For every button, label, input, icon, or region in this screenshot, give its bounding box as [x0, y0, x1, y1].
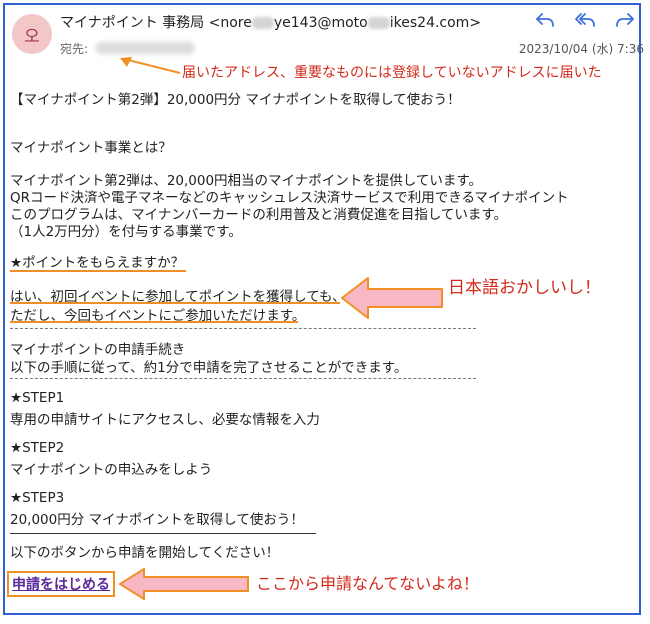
japanese-arrow-icon	[341, 277, 443, 319]
sender-email-part-c: ikes24.com>	[389, 15, 482, 31]
recipient-redacted	[96, 42, 194, 54]
step2-title: ★STEP2	[10, 440, 65, 456]
sender-line: マイナポイント 事務局 <nore ye143@moto ikes24.com>	[60, 12, 481, 32]
sender-email-part-a: <nore	[208, 15, 252, 31]
address-arrow-icon	[120, 57, 181, 74]
procedure-description: 以下の手順に従って、約1分で申請を完了させることができます。	[10, 360, 408, 376]
avatar-initial: 오	[24, 26, 40, 47]
question-heading: ★ポイントをもらえますか？	[10, 255, 185, 271]
japanese-annotation: 日本語おかしいし！	[448, 278, 601, 298]
apply-button[interactable]: 申請をはじめる	[7, 571, 115, 597]
dashed-separator	[10, 328, 476, 329]
sender-name: マイナポイント 事務局	[60, 15, 205, 31]
procedure-heading: マイナポイントの申請手続き	[10, 342, 186, 358]
start-instruction: 以下のボタンから申請を開始してください！	[10, 545, 280, 561]
about-heading: マイナポイント事業とは？	[10, 140, 172, 156]
received-date: 2023/10/04 (水) 7:36	[518, 42, 644, 56]
apply-arrow-icon	[119, 568, 249, 600]
subject-line: 【マイナポイント第2弾】20,000円分 マイナポイントを取得して使おう！	[10, 92, 461, 108]
reply-all-icon[interactable]	[574, 10, 596, 34]
to-label: 宛先:	[60, 42, 89, 56]
highlight-underline	[10, 270, 186, 272]
step1-title: ★STEP1	[10, 390, 65, 406]
step1-description: 専用の申請サイトにアクセスし、必要な情報を入力	[10, 412, 320, 428]
redacted-blur	[251, 17, 274, 29]
address-annotation: 届いたアドレス、重要なものには登録していないアドレスに届いた	[182, 65, 602, 81]
sender-avatar: 오	[12, 14, 52, 54]
forward-icon[interactable]	[614, 10, 636, 34]
redacted-blur	[367, 17, 390, 29]
step3-description: 20,000円分 マイナポイントを取得して使おう！	[10, 512, 304, 528]
about-line-4: （1人2万円分）を付与する事業です。	[10, 224, 242, 240]
step2-description: マイナポイントの申込みをしよう	[10, 462, 213, 478]
apply-annotation: ここから申請なんてないよね！	[256, 574, 479, 593]
highlight-underline	[10, 321, 298, 323]
step3-title: ★STEP3	[10, 490, 65, 506]
sender-email-part-b: ye143@moto	[273, 15, 368, 31]
solid-separator	[10, 533, 316, 534]
reply-icon[interactable]	[534, 10, 556, 34]
message-actions	[534, 10, 636, 34]
dashed-separator	[10, 378, 476, 379]
